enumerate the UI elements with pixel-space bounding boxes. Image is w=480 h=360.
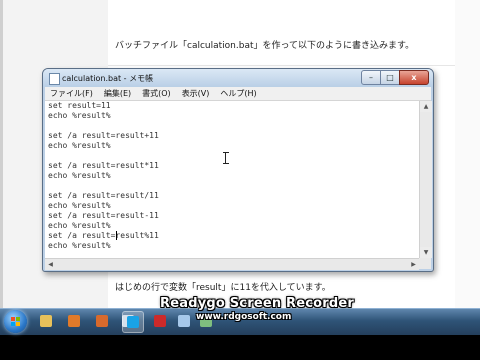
minimize-button[interactable]: – (361, 70, 381, 85)
taskbar-button[interactable] (92, 311, 112, 331)
maximize-button[interactable]: □ (380, 70, 400, 85)
close-button[interactable]: x (399, 70, 429, 85)
notepad-window[interactable]: calculation.bat - メモ帳 – □ x ファイル(F) 編集(E… (42, 68, 434, 272)
notepad-icon[interactable] (49, 73, 60, 85)
vertical-scrollbar[interactable]: ▲ ▼ (419, 101, 432, 258)
code-line: echo %result% (48, 241, 111, 250)
skype-icon (127, 316, 139, 328)
ibeam-cursor-icon (223, 152, 231, 164)
size-grip[interactable] (419, 258, 431, 269)
webpage-intro-text: バッチファイル「calculation.bat」を作って以下のように書き込みます… (115, 41, 415, 51)
code-line: echo %result% (48, 111, 111, 120)
text-editor[interactable]: set result=11 echo %result% set /a resul… (45, 101, 419, 258)
code-line: echo %result% (48, 221, 111, 230)
windows-logo-icon (11, 317, 20, 326)
scroll-down-icon[interactable]: ▼ (420, 247, 432, 258)
code-line: set /a result=result*11 (48, 161, 159, 170)
code-line: set /a result=result+11 (48, 131, 159, 140)
taskbar-button[interactable] (150, 311, 170, 331)
firefox-icon (96, 315, 108, 327)
code-line: set /a result=result-11 (48, 211, 159, 220)
watermark-url: www.rdgosoft.com (196, 312, 292, 322)
app-red-icon (154, 315, 166, 327)
menu-view[interactable]: 表示(V) (177, 88, 216, 99)
code-line: set result=11 (48, 101, 111, 110)
menu-bar: ファイル(F) 編集(E) 書式(O) 表示(V) ヘルプ(H) (45, 87, 431, 101)
media-player-icon (68, 315, 80, 327)
notepad-icon (178, 315, 190, 327)
menu-file[interactable]: ファイル(F) (45, 88, 99, 99)
webpage-footer-text: はじめの行で変数「result」に11を代入しています。 (115, 283, 331, 293)
horizontal-scrollbar[interactable]: ◀ ▶ (45, 258, 419, 270)
webpage-right-margin (455, 0, 480, 308)
menu-format[interactable]: 書式(O) (137, 88, 177, 99)
code-line: set /a result=result%11 (48, 231, 159, 240)
code-line: set /a result=result/11 (48, 191, 159, 200)
taskbar-button[interactable] (122, 311, 144, 333)
desktop-screen: バッチファイル「calculation.bat」を作って以下のように書き込みます… (0, 0, 480, 360)
watermark-title: Readygo Screen Recorder (160, 296, 355, 311)
caption-buttons: – □ x (361, 70, 429, 85)
menu-help[interactable]: ヘルプ(H) (215, 88, 262, 99)
scroll-left-icon[interactable]: ◀ (45, 259, 56, 270)
taskbar-button[interactable] (174, 311, 194, 331)
start-button[interactable] (4, 310, 27, 333)
code-line: echo %result% (48, 201, 111, 210)
webpage-left-border (0, 0, 3, 308)
window-title: calculation.bat - メモ帳 (62, 74, 154, 83)
windows-explorer-icon (40, 315, 52, 327)
scroll-up-icon[interactable]: ▲ (420, 101, 432, 112)
taskbar-button[interactable] (36, 311, 56, 331)
menu-edit[interactable]: 編集(E) (99, 88, 137, 99)
taskbar-button[interactable] (64, 311, 84, 331)
code-line: echo %result% (48, 141, 111, 150)
scroll-right-icon[interactable]: ▶ (408, 259, 419, 270)
webpage-divider (108, 65, 455, 66)
code-line: echo %result% (48, 171, 111, 180)
notepad-titlebar[interactable]: calculation.bat - メモ帳 – □ x (43, 69, 433, 87)
text-caret (116, 231, 117, 240)
